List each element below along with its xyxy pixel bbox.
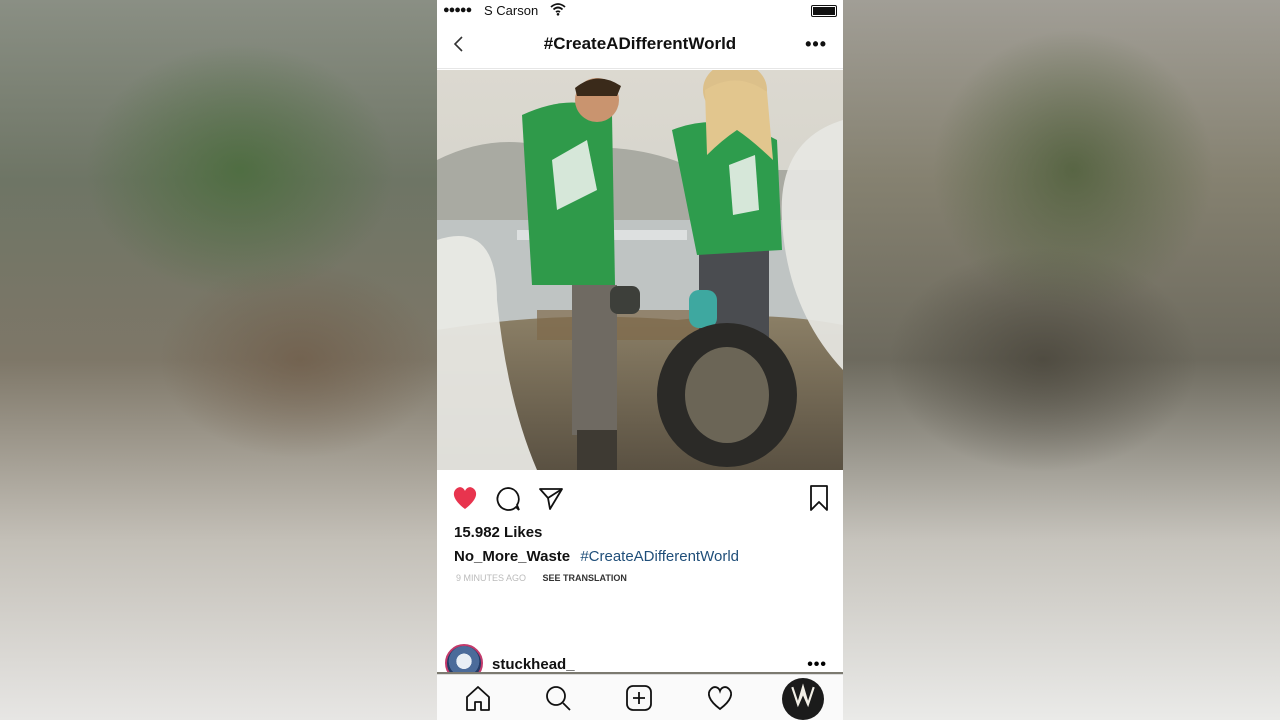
post-timestamp: 9 MINUTES AGO (456, 573, 527, 583)
navigation-bar: #CreateADifferentWorld ••• (437, 22, 843, 69)
tab-profile[interactable] (781, 678, 825, 720)
page-title: #CreateADifferentWorld (543, 34, 737, 53)
see-translation-link[interactable]: SEE TRANSLATION (543, 573, 627, 583)
tab-activity[interactable] (702, 681, 738, 715)
search-icon (546, 686, 571, 711)
phone-screen: ●●●●● S Carson #CreateADifferentWorld ••… (437, 0, 843, 720)
likes-count[interactable]: 15.982 Likes (454, 524, 542, 541)
background-blur-left (0, 0, 437, 720)
tab-home[interactable] (460, 681, 496, 715)
status-bar: ●●●●● S Carson (437, 0, 843, 22)
post-action-bar (437, 476, 843, 520)
background-blur-right (843, 0, 1280, 720)
wifi-icon (550, 3, 566, 16)
like-heart-icon[interactable] (451, 485, 479, 511)
share-icon[interactable] (537, 485, 565, 511)
post-photo[interactable] (437, 70, 843, 470)
caption-hashtag[interactable]: #CreateADifferentWorld (580, 548, 739, 565)
tab-search[interactable] (540, 681, 576, 715)
battery-icon (811, 5, 837, 17)
profile-avatar (782, 678, 824, 720)
signal-strength: ●●●●● (443, 4, 472, 16)
carrier-name: S Carson (484, 3, 539, 18)
bookmark-icon[interactable] (807, 484, 831, 512)
tab-add[interactable] (621, 681, 657, 715)
heart-outline-icon (708, 686, 732, 711)
add-icon (626, 685, 652, 711)
comment-icon[interactable] (494, 485, 522, 513)
bottom-tab-bar (437, 674, 843, 720)
post-meta: 9 MINUTES AGO SEE TRANSLATION (456, 573, 627, 583)
post-caption: No_More_Waste #CreateADifferentWorld (454, 548, 739, 565)
back-icon[interactable] (449, 32, 469, 56)
next-post-header: stuckhead_ ••• (437, 640, 843, 682)
caption-username[interactable]: No_More_Waste (454, 548, 570, 565)
post-photo-illustration (437, 70, 843, 470)
next-post-username[interactable]: stuckhead_ (492, 656, 575, 673)
home-icon (466, 686, 490, 711)
more-options-icon[interactable]: ••• (805, 34, 827, 55)
profile-logo-icon (791, 683, 815, 708)
